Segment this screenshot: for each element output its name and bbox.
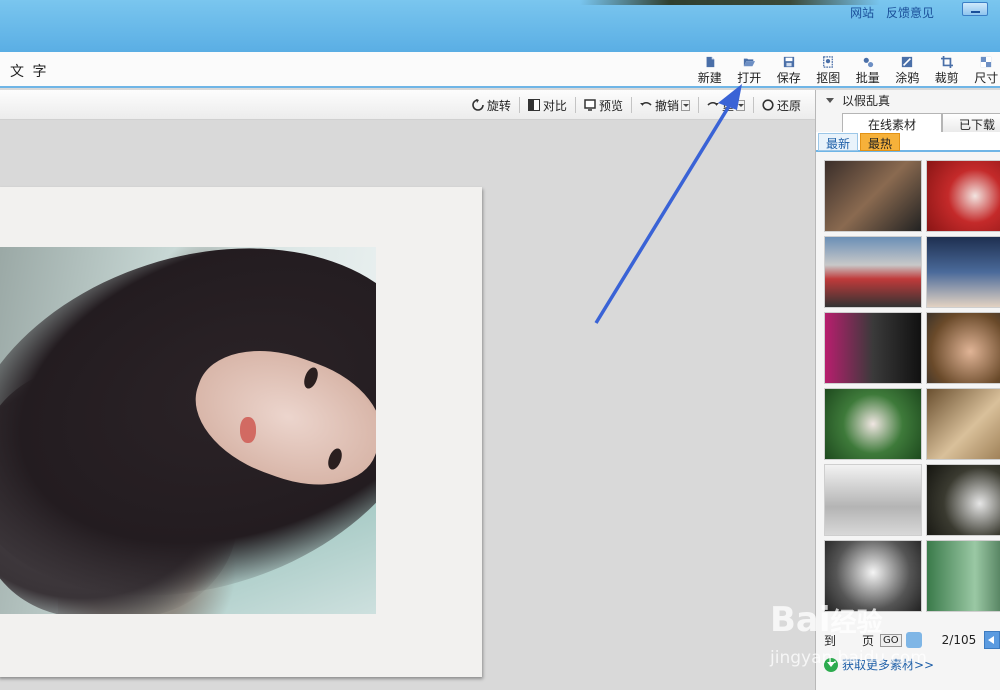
title-bar: 网站 反馈意见 <box>0 0 1000 52</box>
material-thumbnail[interactable] <box>824 388 922 460</box>
rotate-icon <box>472 99 484 111</box>
new-label: 新建 <box>697 71 722 85</box>
resize-button[interactable]: 尺寸 <box>967 54 1000 86</box>
cutout-icon <box>823 56 834 68</box>
material-thumbnail[interactable] <box>824 160 922 232</box>
subtab-newest[interactable]: 最新 <box>818 133 858 151</box>
compare-label: 对比 <box>542 98 567 113</box>
photo-lips <box>240 417 256 443</box>
redo-icon <box>707 101 719 106</box>
panel-subtabs: 最新 最热 <box>816 132 1000 152</box>
folder-open-icon <box>744 58 756 67</box>
rotate-label: 旋转 <box>486 98 511 113</box>
material-thumbnail[interactable] <box>926 540 1000 612</box>
compare-icon <box>527 99 540 111</box>
material-thumbnail[interactable] <box>926 236 1000 308</box>
editing-canvas[interactable] <box>0 121 815 690</box>
undo-dropdown[interactable] <box>680 99 690 111</box>
title-decoration <box>580 0 880 5</box>
open-button[interactable]: 打开 <box>730 54 770 86</box>
watermark-brand: Bai <box>770 600 831 640</box>
tab-online-materials[interactable]: 在线素材 <box>842 113 942 133</box>
preview-button[interactable]: 预览 <box>576 95 631 115</box>
rotate-button[interactable]: 旋转 <box>464 95 519 115</box>
undo-label: 撤销 <box>654 98 679 113</box>
tab-downloaded[interactable]: 已下载 <box>942 113 1000 133</box>
top-links: 网站 反馈意见 <box>842 4 934 21</box>
redo-label: 重 <box>721 98 734 113</box>
save-icon <box>783 56 794 68</box>
image-frame <box>0 187 482 677</box>
save-label: 保存 <box>776 71 801 85</box>
material-thumbnail[interactable] <box>926 312 1000 384</box>
photo <box>0 247 376 614</box>
resize-label: 尺寸 <box>974 71 999 85</box>
compare-button[interactable]: 对比 <box>520 95 575 115</box>
material-thumbnail[interactable] <box>824 236 922 308</box>
preview-label: 预览 <box>598 98 623 113</box>
crop-button[interactable]: 裁剪 <box>927 54 967 86</box>
edit-toolbar: 旋转 对比 预览 撤销 重 还原 <box>0 90 815 120</box>
tool-group: 新建 打开 保存 抠图 批量 涂鸦 裁剪 尺寸 <box>690 54 1000 86</box>
minimize-button[interactable] <box>962 2 988 16</box>
refresh-icon[interactable] <box>905 632 922 648</box>
redo-dropdown[interactable] <box>735 99 745 111</box>
material-thumbnail[interactable] <box>926 464 1000 536</box>
menu-tab-text[interactable]: 文 字 <box>10 61 48 81</box>
panel-tabs: 在线素材 已下载 <box>816 110 1000 133</box>
watermark-brand-cn: 经验 <box>830 608 883 638</box>
undo-icon <box>639 101 652 106</box>
paint-icon <box>902 56 913 68</box>
edit-tools: 旋转 对比 预览 撤销 重 还原 <box>464 95 809 115</box>
watermark-logo: Bai经验 <box>770 600 883 640</box>
doodle-label: 涂鸦 <box>895 71 920 85</box>
batch-button[interactable]: 批量 <box>848 54 888 86</box>
pager-count: 2/105 <box>941 633 977 647</box>
restore-label: 还原 <box>776 98 801 113</box>
preview-icon <box>584 99 596 111</box>
prev-page-button[interactable] <box>984 631 1000 649</box>
batch-label: 批量 <box>855 71 880 85</box>
doodle-button[interactable]: 涂鸦 <box>888 54 928 86</box>
cutout-label: 抠图 <box>816 71 841 85</box>
website-link[interactable]: 网站 <box>850 6 874 20</box>
watermark-site: jingyan.baidu.com <box>770 648 927 668</box>
restore-button[interactable]: 还原 <box>754 95 809 115</box>
resize-icon <box>981 56 992 68</box>
collapse-triangle-icon <box>826 97 834 107</box>
redo-button[interactable]: 重 <box>699 95 753 115</box>
restore-icon <box>762 99 774 111</box>
material-thumbnail[interactable] <box>824 312 922 384</box>
cutout-button[interactable]: 抠图 <box>809 54 849 86</box>
open-label: 打开 <box>737 71 762 85</box>
material-thumbnail[interactable] <box>926 388 1000 460</box>
material-thumbnail[interactable] <box>824 464 922 536</box>
pager-go-button[interactable]: GO <box>880 633 902 647</box>
new-button[interactable]: 新建 <box>690 54 730 86</box>
main-toolbar: 文 字 新建 打开 保存 抠图 批量 涂鸦 裁剪 尺寸 <box>0 52 1000 88</box>
batch-gear-icon <box>863 57 873 68</box>
subtab-hottest[interactable]: 最热 <box>860 133 900 151</box>
undo-button[interactable]: 撤销 <box>632 95 698 115</box>
panel-header[interactable]: 以假乱真 <box>816 90 1000 110</box>
save-button[interactable]: 保存 <box>769 54 809 86</box>
feedback-link[interactable]: 反馈意见 <box>886 6 934 20</box>
crop-icon <box>940 56 953 68</box>
material-thumbnail[interactable] <box>926 160 1000 232</box>
new-file-icon <box>706 56 715 68</box>
panel-title: 以假乱真 <box>842 93 891 108</box>
crop-label: 裁剪 <box>934 71 959 85</box>
